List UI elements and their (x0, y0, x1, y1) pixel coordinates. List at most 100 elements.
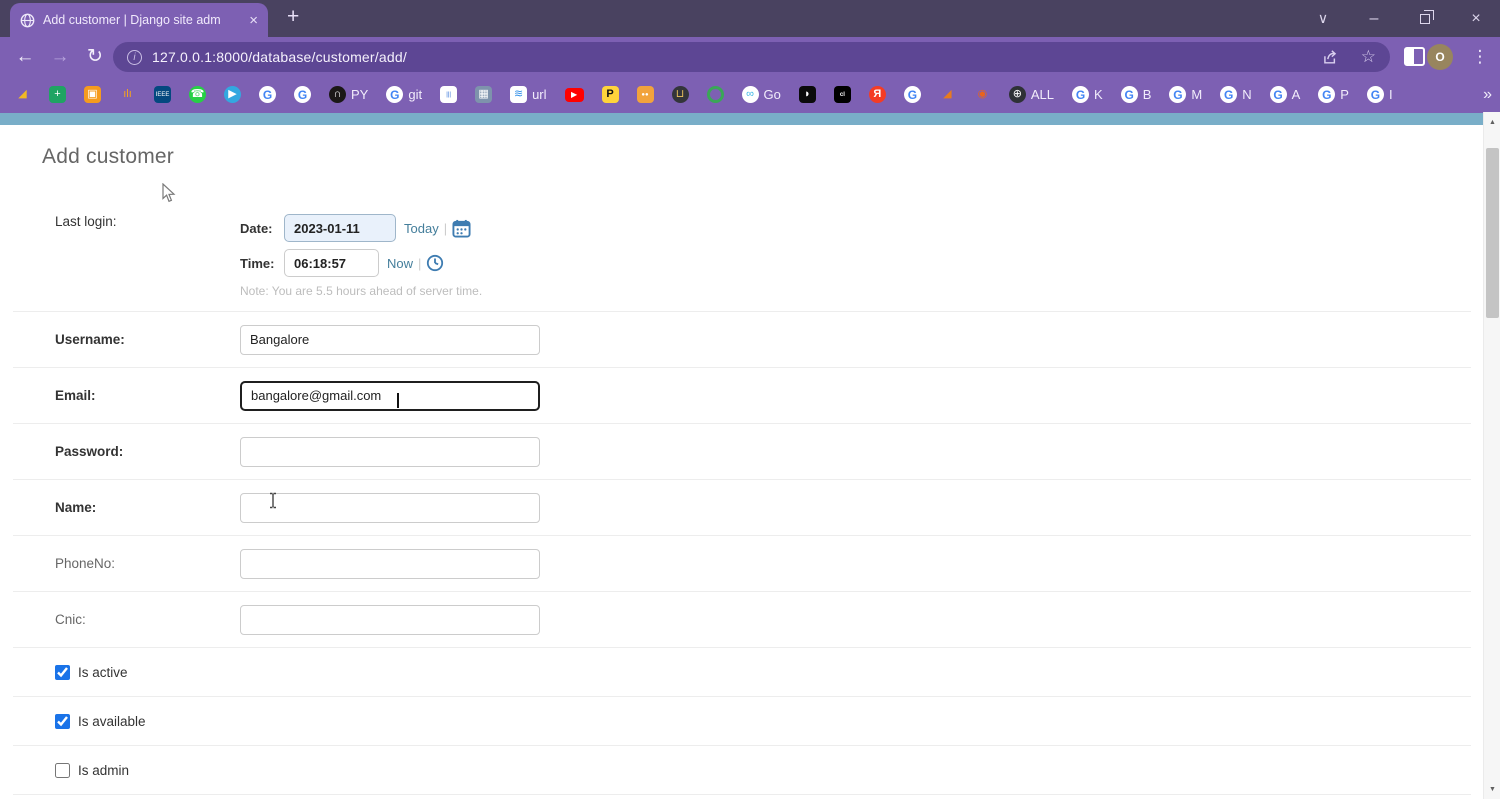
bookmark-item[interactable]: G (259, 86, 276, 103)
bookmark-item[interactable]: G (294, 86, 311, 103)
bookmark-item[interactable]: + (49, 86, 66, 103)
password-input[interactable] (240, 437, 540, 467)
scroll-up-icon[interactable]: ▲ (1484, 114, 1500, 130)
minimize-button[interactable]: – (1351, 0, 1397, 37)
phoneno-input[interactable] (240, 549, 540, 579)
restore-button[interactable] (1402, 0, 1448, 37)
last-login-widgets: Date: Today | (240, 214, 482, 298)
name-input[interactable] (240, 493, 540, 523)
bookmark-favicon-icon: G (1121, 86, 1138, 103)
bookmark-item[interactable]: ▶ (224, 86, 241, 103)
bookmark-favicon-icon: ∩ (329, 86, 346, 103)
email-input[interactable] (240, 381, 540, 411)
bookmark-item[interactable]: GP (1318, 86, 1349, 103)
form-row-last-login: Last login: Date: Today | (13, 202, 1471, 312)
bookmark-item[interactable]: ∩PY (329, 86, 368, 103)
bookmark-label: M (1191, 87, 1202, 102)
scroll-down-icon[interactable]: ▼ (1484, 781, 1500, 797)
username-input[interactable] (240, 325, 540, 355)
bookmark-label: A (1292, 87, 1301, 102)
is-active-checkbox[interactable] (55, 665, 70, 680)
bookmark-item[interactable]: ||| (440, 86, 457, 103)
share-icon[interactable] (1321, 49, 1339, 65)
back-button[interactable]: ← (9, 37, 41, 76)
email-label: Email: (55, 388, 240, 403)
form-row-name: Name: (13, 480, 1471, 536)
bookmark-favicon-icon: G (259, 86, 276, 103)
page-scrollbar[interactable]: ▲ ▼ (1483, 112, 1500, 799)
url-text[interactable]: 127.0.0.1:8000/database/customer/add/ (152, 49, 1311, 65)
bookmark-item[interactable]: ılı (119, 86, 136, 103)
page-content: Add customer Last login: Date: Today | (0, 125, 1483, 799)
close-button[interactable]: × (1453, 0, 1499, 37)
bookmark-item[interactable]: P (602, 86, 619, 103)
today-link[interactable]: Today (404, 221, 439, 236)
new-tab-button[interactable]: + (287, 5, 299, 29)
bookmark-item[interactable]: GN (1220, 86, 1251, 103)
bookmark-favicon-icon: ▶ (224, 86, 241, 103)
page-title: Add customer (42, 145, 1483, 169)
is-admin-checkbox[interactable] (55, 763, 70, 778)
bookmark-item[interactable]: ◉ (974, 86, 991, 103)
time-label: Time: (240, 256, 284, 271)
bookmark-favicon-icon: + (49, 86, 66, 103)
bookmark-item[interactable]: ◢ (14, 86, 31, 103)
bookmark-label: B (1143, 87, 1152, 102)
bookmark-favicon-icon: ≋ (510, 86, 527, 103)
bookmark-item[interactable]: ●● (637, 86, 654, 103)
site-info-icon[interactable]: i (127, 50, 142, 65)
bookmark-item[interactable]: IEEE (154, 86, 171, 103)
side-panel-icon[interactable] (1404, 47, 1425, 66)
bookmark-item[interactable]: GM (1169, 86, 1202, 103)
bookmark-star-icon[interactable]: ☆ (1361, 47, 1376, 67)
bookmark-favicon-icon: cl (834, 86, 851, 103)
reload-button[interactable]: ↻ (79, 37, 111, 76)
is-active-label: Is active (78, 665, 128, 680)
tab-search-chevron-icon[interactable]: ∨ (1300, 0, 1346, 37)
bookmark-item[interactable]: ◗ (799, 86, 816, 103)
bookmark-item[interactable]: ◢ (939, 86, 956, 103)
browser-menu-icon[interactable]: ⋮ (1468, 42, 1492, 72)
bookmarks-bar: » ◢ + ▣ ılı IEEE ☎ ▶ G G ∩PY Ggit ||| ▦ ≋url ▶ P ●● ⊔ ∞Go ◗… (0, 76, 1500, 113)
forward-button[interactable]: → (44, 37, 76, 76)
bookmark-item[interactable]: GA (1270, 86, 1301, 103)
bookmark-item[interactable]: ☎ (189, 86, 206, 103)
date-input[interactable] (284, 214, 396, 242)
bookmark-item[interactable]: ≋url (510, 86, 546, 103)
now-link[interactable]: Now (387, 256, 413, 271)
field-rows: Username:Email:Password:Name:PhoneNo:Cni… (13, 312, 1471, 648)
bookmark-item[interactable]: ⊕ALL (1009, 86, 1054, 103)
cnic-input[interactable] (240, 605, 540, 635)
bookmark-item[interactable]: GK (1072, 86, 1103, 103)
bookmark-item[interactable]: ▣ (84, 86, 101, 103)
clock-icon[interactable] (426, 254, 444, 272)
bookmark-item[interactable]: cl (834, 86, 851, 103)
bookmark-item[interactable]: ∞Go (742, 86, 781, 103)
calendar-icon[interactable] (452, 219, 471, 238)
bookmark-item[interactable]: ▶ (565, 88, 584, 102)
bookmark-label: Go (764, 87, 781, 102)
bookmark-item[interactable] (707, 86, 724, 103)
profile-avatar[interactable]: O (1427, 44, 1453, 70)
address-bar[interactable]: i 127.0.0.1:8000/database/customer/add/ … (113, 42, 1390, 72)
bookmark-item[interactable]: ⊔ (672, 86, 689, 103)
browser-tab[interactable]: Add customer | Django site adm × (10, 3, 268, 37)
bookmark-item[interactable]: ▦ (475, 86, 492, 103)
mouse-cursor-ibeam (267, 492, 279, 509)
last-login-label: Last login: (55, 214, 240, 229)
time-input[interactable] (284, 249, 379, 277)
bookmarks-overflow-icon[interactable]: » (1483, 76, 1492, 113)
phoneno-label: PhoneNo: (55, 556, 240, 571)
scrollbar-thumb[interactable] (1486, 148, 1499, 318)
bookmark-item[interactable]: GB (1121, 86, 1152, 103)
name-label: Name: (55, 500, 240, 515)
bookmark-item[interactable]: GI (1367, 86, 1393, 103)
is-available-checkbox[interactable] (55, 714, 70, 729)
bookmark-item[interactable]: Я (869, 86, 886, 103)
tab-close-icon[interactable]: × (249, 13, 258, 28)
bookmark-item[interactable]: Ggit (386, 86, 422, 103)
bookmark-item[interactable]: G (904, 86, 921, 103)
bookmark-favicon-icon: G (1270, 86, 1287, 103)
bookmark-label: git (408, 87, 422, 102)
bookmark-favicon-icon: ⊔ (672, 86, 689, 103)
